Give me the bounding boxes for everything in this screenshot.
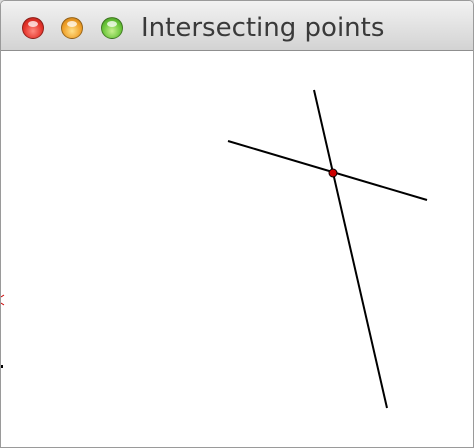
app-window: Intersecting points [0, 0, 474, 448]
partial-red-mark [1, 294, 5, 306]
drawing-canvas[interactable] [1, 51, 473, 447]
zoom-button-icon[interactable] [101, 17, 123, 39]
line-segment-1 [313, 89, 388, 409]
close-button-icon[interactable] [22, 17, 44, 39]
window-title: Intersecting points [141, 13, 385, 43]
title-bar[interactable]: Intersecting points [1, 1, 473, 51]
minimize-button-icon[interactable] [61, 17, 83, 39]
drawing-surface [1, 89, 428, 409]
partial-black-mark [1, 365, 3, 368]
intersection-point[interactable] [328, 168, 338, 178]
